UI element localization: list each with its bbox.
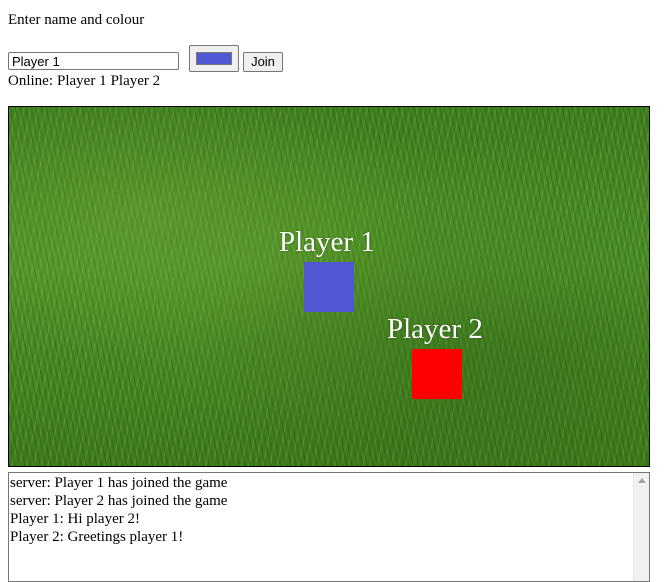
online-player: Player 1 bbox=[57, 73, 107, 89]
player-name-label: Player 2 bbox=[387, 313, 483, 345]
online-label: Online: bbox=[8, 73, 53, 89]
chat-log[interactable]: server: Player 1 has joined the game ser… bbox=[8, 472, 650, 582]
join-prompt: Enter name and colour bbox=[8, 12, 145, 28]
player-name-input[interactable] bbox=[8, 52, 179, 70]
chat-messages: server: Player 1 has joined the game ser… bbox=[10, 474, 227, 546]
chat-message: Player 1: Hi player 2! bbox=[10, 511, 140, 527]
chat-message: Player 2: Greetings player 1! bbox=[10, 529, 184, 545]
chat-message: server: Player 1 has joined the game bbox=[10, 475, 228, 491]
colour-swatch bbox=[196, 52, 232, 65]
chat-scrollbar[interactable] bbox=[633, 473, 649, 581]
colour-picker[interactable] bbox=[189, 45, 239, 72]
player-name-label: Player 1 bbox=[279, 226, 375, 258]
online-players: Online: Player 1 Player 2 bbox=[8, 73, 164, 90]
chat-message: server: Player 2 has joined the game bbox=[10, 493, 228, 509]
player-square bbox=[304, 262, 354, 312]
online-player: Player 2 bbox=[110, 73, 161, 89]
join-button[interactable]: Join bbox=[243, 52, 283, 72]
scroll-up-arrow-icon[interactable] bbox=[638, 478, 646, 483]
player-square bbox=[412, 349, 462, 399]
game-canvas[interactable]: Player 1 Player 2 bbox=[8, 106, 650, 467]
